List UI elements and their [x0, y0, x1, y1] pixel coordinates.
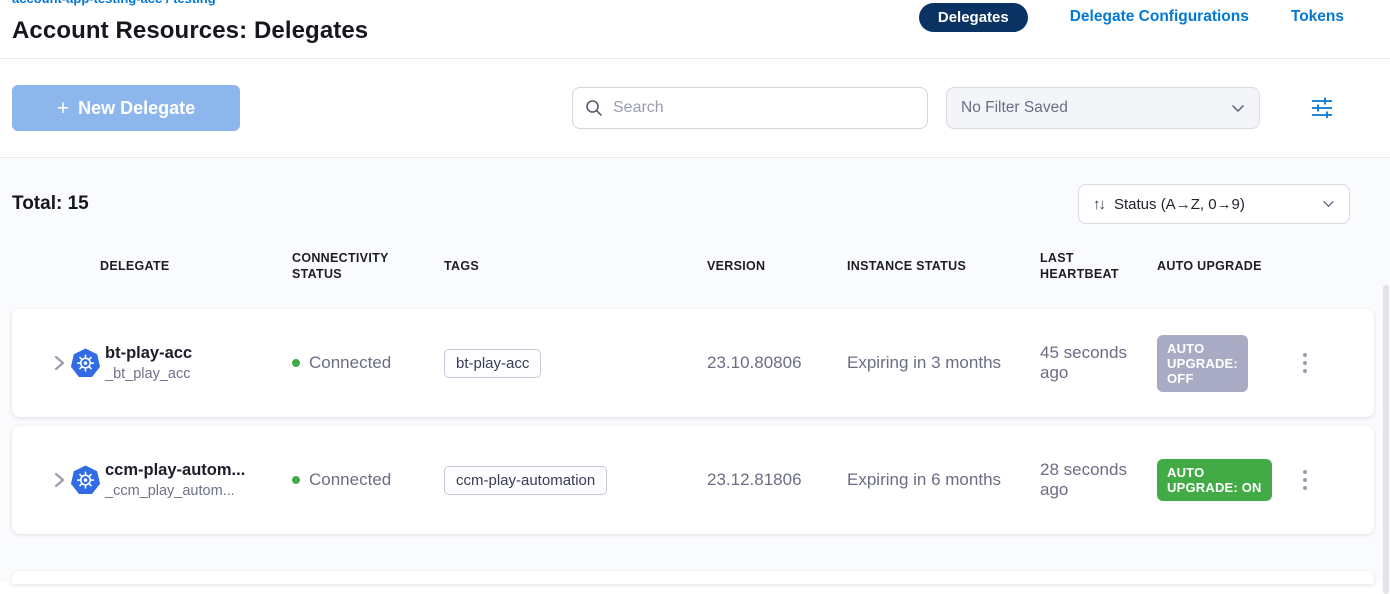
- kubernetes-icon: [70, 465, 101, 496]
- tab-delegates[interactable]: Delegates: [919, 3, 1028, 32]
- last-heartbeat: 45 seconds ago: [1040, 343, 1157, 383]
- chevron-down-icon: [1231, 104, 1245, 113]
- plus-icon: +: [57, 98, 69, 119]
- table-row[interactable]: ccm-play-autom... _ccm_play_autom... Con…: [12, 426, 1374, 534]
- connectivity-status: Connected: [309, 353, 391, 373]
- tag-chip: ccm-play-automation: [444, 466, 607, 495]
- new-delegate-label: New Delegate: [78, 98, 195, 119]
- expand-chevron-icon[interactable]: [50, 471, 68, 489]
- delegate-name: ccm-play-autom...: [105, 461, 245, 480]
- delegate-identifier: _ccm_play_autom...: [105, 483, 245, 499]
- saved-filter-dropdown[interactable]: No Filter Saved: [946, 87, 1260, 129]
- col-header-connectivity-status: CONNECTIVITY STATUS: [292, 250, 444, 282]
- delegate-version: 23.10.80806: [707, 353, 847, 373]
- sort-value: Status (A→Z, 0→9): [1114, 196, 1312, 213]
- tab-tokens[interactable]: Tokens: [1291, 8, 1344, 26]
- search-icon: [585, 99, 603, 117]
- summary-row: Total: 15 ↑↓ Status (A→Z, 0→9): [0, 158, 1390, 224]
- col-header-tags: TAGS: [444, 258, 707, 274]
- scrollbar-thumb[interactable]: [1383, 285, 1389, 594]
- vertical-scrollbar[interactable]: [1382, 285, 1390, 594]
- saved-filter-value: No Filter Saved: [961, 99, 1231, 117]
- delegate-identifier: _bt_play_acc: [105, 366, 192, 382]
- kubernetes-icon: [70, 348, 101, 379]
- delegate-name: bt-play-acc: [105, 344, 192, 363]
- connected-status-dot: [292, 476, 300, 484]
- chevron-down-icon: [1322, 200, 1335, 208]
- col-header-last-heartbeat: LAST HEARTBEAT: [1040, 250, 1157, 282]
- delegate-version: 23.12.81806: [707, 470, 847, 490]
- col-header-auto-upgrade: AUTO UPGRADE: [1157, 258, 1295, 274]
- toolbar: + New Delegate No Filter Saved: [0, 59, 1390, 158]
- total-count: Total: 15: [12, 193, 89, 215]
- col-header-version: VERSION: [707, 258, 847, 274]
- sliders-icon: [1310, 96, 1334, 118]
- tab-delegate-configurations[interactable]: Delegate Configurations: [1070, 8, 1249, 26]
- expand-chevron-icon[interactable]: [50, 354, 68, 372]
- header-tabs: Delegates Delegate Configurations Tokens: [919, 1, 1344, 33]
- auto-upgrade-badge: AUTO UPGRADE: ON: [1157, 459, 1272, 501]
- tag-chip: bt-play-acc: [444, 349, 541, 378]
- connected-status-dot: [292, 359, 300, 367]
- sort-dropdown[interactable]: ↑↓ Status (A→Z, 0→9): [1078, 184, 1350, 224]
- col-header-delegate: DELEGATE: [12, 258, 292, 274]
- sort-arrows-icon: ↑↓: [1093, 196, 1104, 213]
- page-header: account-app-testing-acc / testing Accoun…: [0, 0, 1390, 59]
- search-box: [572, 87, 928, 129]
- last-heartbeat: 28 seconds ago: [1040, 460, 1157, 500]
- instance-status: Expiring in 6 months: [847, 470, 1040, 490]
- filter-settings-button[interactable]: [1306, 92, 1338, 125]
- search-input[interactable]: [613, 99, 915, 117]
- table-row[interactable]: bt-play-acc _bt_play_acc Connected bt-pl…: [12, 309, 1374, 417]
- table-header-row: DELEGATE CONNECTIVITY STATUS TAGS VERSIO…: [12, 250, 1374, 282]
- table-row-partial: [12, 571, 1374, 584]
- col-header-instance-status: INSTANCE STATUS: [847, 258, 1040, 274]
- delegates-list-section: Total: 15 ↑↓ Status (A→Z, 0→9) DELEGATE …: [0, 158, 1390, 582]
- auto-upgrade-badge: AUTO UPGRADE: OFF: [1157, 335, 1248, 392]
- row-menu-button[interactable]: [1295, 347, 1315, 379]
- instance-status: Expiring in 3 months: [847, 353, 1040, 373]
- row-menu-button[interactable]: [1295, 464, 1315, 496]
- connectivity-status: Connected: [309, 470, 391, 490]
- new-delegate-button[interactable]: + New Delegate: [12, 85, 240, 131]
